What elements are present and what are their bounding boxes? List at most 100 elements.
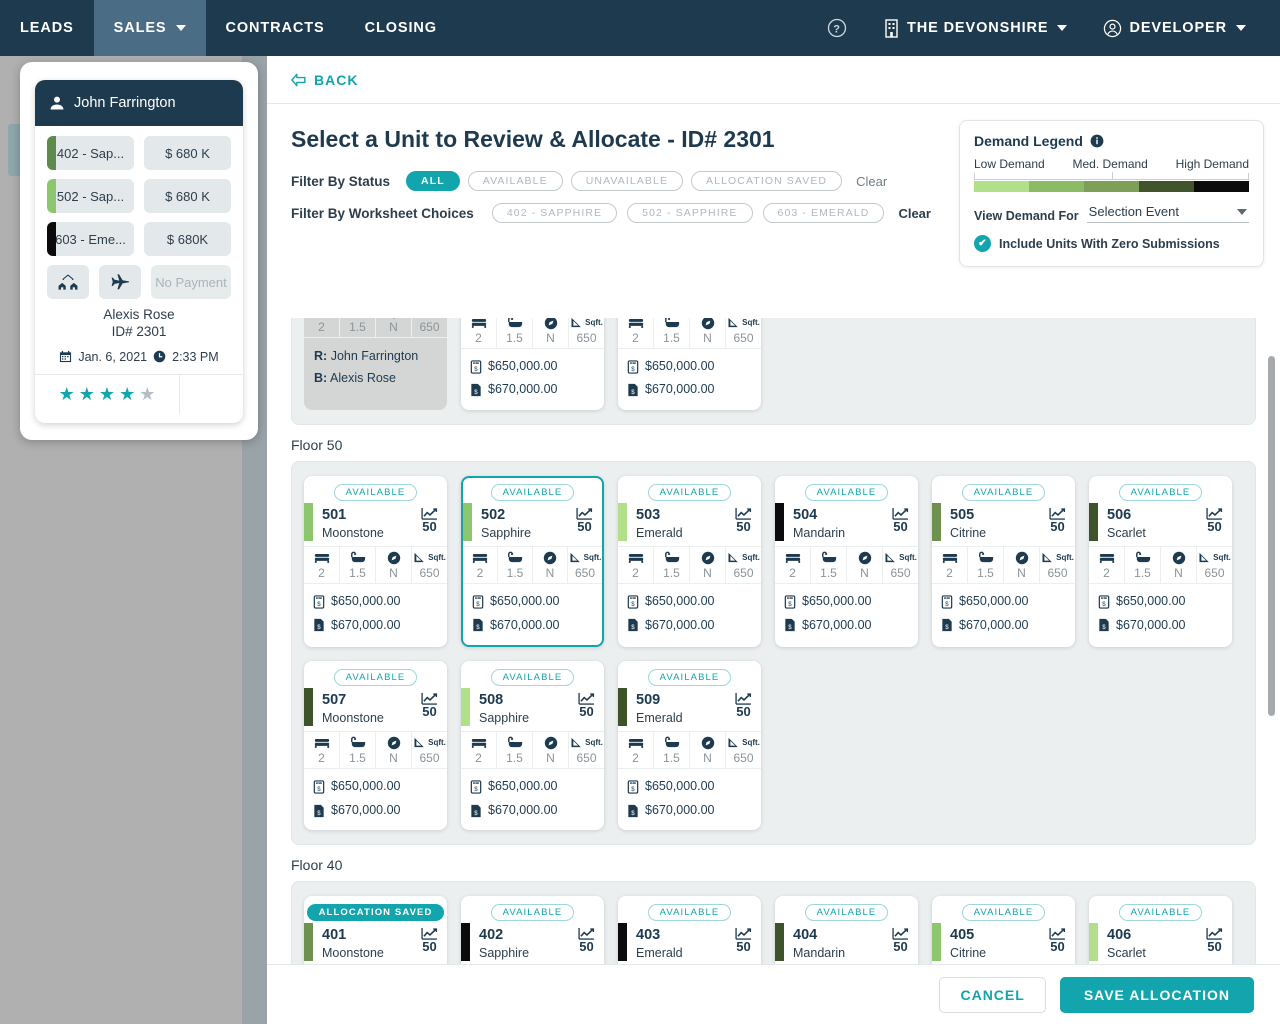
help-button[interactable]: ?	[811, 18, 863, 38]
unit-name: Sapphire	[479, 945, 530, 960]
cancel-button[interactable]: CANCEL	[939, 976, 1046, 1013]
unit-card[interactable]: AVAILABLE 505 Citrine 50 2 1.5 N Sqft. 650 $ $650,…	[932, 476, 1075, 648]
unit-card[interactable]: AVAILABLE603Moonstone5021.5NSqft.650$$65…	[618, 318, 761, 411]
view-demand-select[interactable]: Selection Event	[1086, 204, 1249, 223]
vertical-scrollbar[interactable]	[1268, 356, 1275, 716]
bath-icon	[968, 551, 1003, 565]
unit-card[interactable]: AVAILABLE 501 Moonstone 50 2 1.5 N Sqft. 650 $ $65…	[304, 476, 447, 648]
homes-icon	[57, 273, 79, 291]
unit-card[interactable]: AVAILABLE 508 Sapphire 50 2 1.5 N Sqft. 650 $ $650…	[461, 661, 604, 831]
unit-card[interactable]: AVAILABLE 504 Mandarin 50 2 1.5 N Sqft. 650 $ $650…	[775, 476, 918, 648]
filter-chip-402-sapphire[interactable]: 402 - SAPPHIRE	[491, 203, 618, 223]
price-current-icon: $	[470, 383, 482, 397]
floor-list: 601Moonstone5021.5NSqft.650R: John Farri…	[267, 318, 1280, 1020]
nav-item-contracts[interactable]: CONTRACTS	[206, 0, 345, 56]
choice-price-pill: $ 680 K	[144, 136, 231, 170]
status-badge: AVAILABLE	[647, 669, 732, 687]
nav-item-sales[interactable]: SALES	[93, 0, 206, 56]
choice-unit-pill[interactable]: 603 - Eme...	[47, 222, 134, 256]
unit-card[interactable]: 601Moonstone5021.5NSqft.650R: John Farri…	[304, 318, 447, 411]
unit-card[interactable]: AVAILABLE 509 Emerald 50 2 1.5 N Sqft. 650 $ $650,…	[618, 661, 761, 831]
star-icon[interactable]: ★	[119, 385, 135, 403]
spec-baths: 1.5	[968, 546, 1004, 583]
unit-scroll-area[interactable]: 601Moonstone5021.5NSqft.650R: John Farri…	[267, 318, 1280, 1020]
spec-baths: 1.5	[654, 318, 690, 348]
plane-icon-button[interactable]	[99, 265, 141, 299]
unit-card[interactable]: AVAILABLE 502 Sapphire 50 2 1.5 N Sqft. 650 $ $650…	[461, 476, 604, 648]
filter-chip-allocation-saved[interactable]: ALLOCATION SAVED	[691, 171, 843, 191]
demand-bar	[461, 688, 470, 727]
help-circle-icon: ?	[827, 18, 847, 38]
worksheet-choice-row[interactable]: 502 - Sap... $ 680 K	[47, 179, 231, 213]
unit-header: 503 Emerald 50	[618, 501, 761, 546]
spec-exposure-value: N	[703, 330, 712, 345]
price-current-icon: $	[941, 618, 953, 632]
bath-icon	[1125, 551, 1160, 565]
status-badge: AVAILABLE	[647, 904, 732, 922]
unit-number: 507	[322, 692, 347, 709]
unit-number: 503	[636, 507, 661, 524]
rating-stars[interactable]: ★ ★ ★ ★ ★	[35, 374, 180, 414]
bed-icon	[1089, 551, 1124, 565]
legend-gradient-step	[1194, 181, 1249, 192]
price-current-value: $670,000.00	[802, 617, 872, 632]
worksheet-choice-row[interactable]: 603 - Eme... $ 680K	[47, 222, 231, 256]
unit-card[interactable]: AVAILABLE602Moonstone5021.5NSqft.650$$65…	[461, 318, 604, 411]
unit-number: 405	[950, 927, 975, 944]
unit-identity: 403 Emerald	[618, 927, 683, 961]
chevron-down-icon	[1237, 208, 1247, 215]
person-card-body: 402 - Sap... $ 680 K 502 - Sap... $ 680 K 60…	[35, 126, 243, 374]
price-list-icon: $	[941, 594, 953, 609]
homes-icon-button[interactable]	[47, 265, 89, 299]
unit-card[interactable]: AVAILABLE 503 Emerald 50 2 1.5 N Sqft. 650 $ $650,…	[618, 476, 761, 648]
price-list-row: $ $650,000.00	[472, 590, 593, 614]
filter-chip-603-emerald[interactable]: 603 - EMERALD	[762, 203, 885, 223]
unit-identity: 508 Sapphire	[461, 692, 529, 726]
worksheet-clear-link[interactable]: Clear	[898, 206, 931, 221]
worksheet-choice-row[interactable]: 402 - Sap... $ 680 K	[47, 136, 231, 170]
filter-chip-502-sapphire[interactable]: 502 - SAPPHIRE	[627, 203, 753, 223]
zero-submissions-checkbox[interactable]: ✔ Include Units With Zero Submissions	[974, 235, 1249, 252]
unit-demand-score: 50	[1206, 507, 1223, 534]
price-list-value: $650,000.00	[645, 593, 715, 608]
view-demand-row: View Demand For Selection Event	[974, 204, 1249, 223]
demand-legend: Demand Legend Low Demand Med. Demand Hig…	[959, 120, 1264, 267]
project-selector[interactable]: THE DEVONSHIRE	[867, 18, 1084, 38]
unit-header: 508 Sapphire 50	[461, 686, 604, 731]
back-button[interactable]: BACK	[291, 72, 358, 88]
user-menu[interactable]: DEVELOPER	[1087, 19, 1262, 38]
unit-card[interactable]: AVAILABLE 506 Scarlet 50 2 1.5 N Sqft. 650 $ $650,…	[1089, 476, 1232, 648]
star-icon[interactable]: ★	[99, 385, 115, 403]
star-icon[interactable]: ★	[59, 385, 75, 403]
sqft-unit-label: Sqft.	[428, 553, 446, 563]
price-current-value: $670,000.00	[959, 617, 1029, 632]
action-bar: CANCEL SAVE ALLOCATION	[267, 964, 1280, 1024]
spec-exposure-value: N	[860, 565, 869, 580]
choice-unit-pill[interactable]: 502 - Sap...	[47, 179, 134, 213]
star-icon[interactable]: ★	[139, 385, 155, 403]
nav-item-leads[interactable]: LEADS	[0, 0, 94, 56]
unit-header: 504 Mandarin 50	[775, 501, 918, 546]
info-icon[interactable]	[1090, 134, 1104, 148]
nav-item-closing[interactable]: CLOSING	[345, 0, 457, 56]
svg-text:$: $	[945, 601, 949, 607]
unit-card[interactable]: AVAILABLE 507 Moonstone 50 2 1.5 N Sqft. 650 $ $65…	[304, 661, 447, 831]
price-list-row: $ $650,000.00	[941, 590, 1066, 614]
price-list-row: $ $650,000.00	[1098, 590, 1223, 614]
spec-sqft: Sqft. 650	[1197, 547, 1232, 583]
filter-chip-unavailable[interactable]: UNAVAILABLE	[570, 171, 684, 191]
save-allocation-button[interactable]: SAVE ALLOCATION	[1059, 976, 1254, 1013]
price-current-icon: $	[627, 383, 639, 397]
choice-unit-pill[interactable]: 402 - Sap...	[47, 136, 134, 170]
compass-icon	[1161, 551, 1196, 565]
price-current-icon: $	[313, 804, 325, 818]
unit-number: 504	[793, 507, 818, 524]
price-current-row: $ $670,000.00	[1098, 614, 1223, 638]
worksheet-choice-list: 402 - Sap... $ 680 K 502 - Sap... $ 680 K 60…	[47, 136, 231, 256]
status-clear-link[interactable]: Clear	[856, 174, 887, 189]
star-icon[interactable]: ★	[79, 385, 95, 403]
filter-chip-all[interactable]: ALL	[406, 171, 460, 191]
filter-chip-available[interactable]: AVAILABLE	[467, 171, 563, 191]
sqft-icon: Sqft.	[569, 318, 604, 330]
status-badge: AVAILABLE	[961, 904, 1046, 922]
